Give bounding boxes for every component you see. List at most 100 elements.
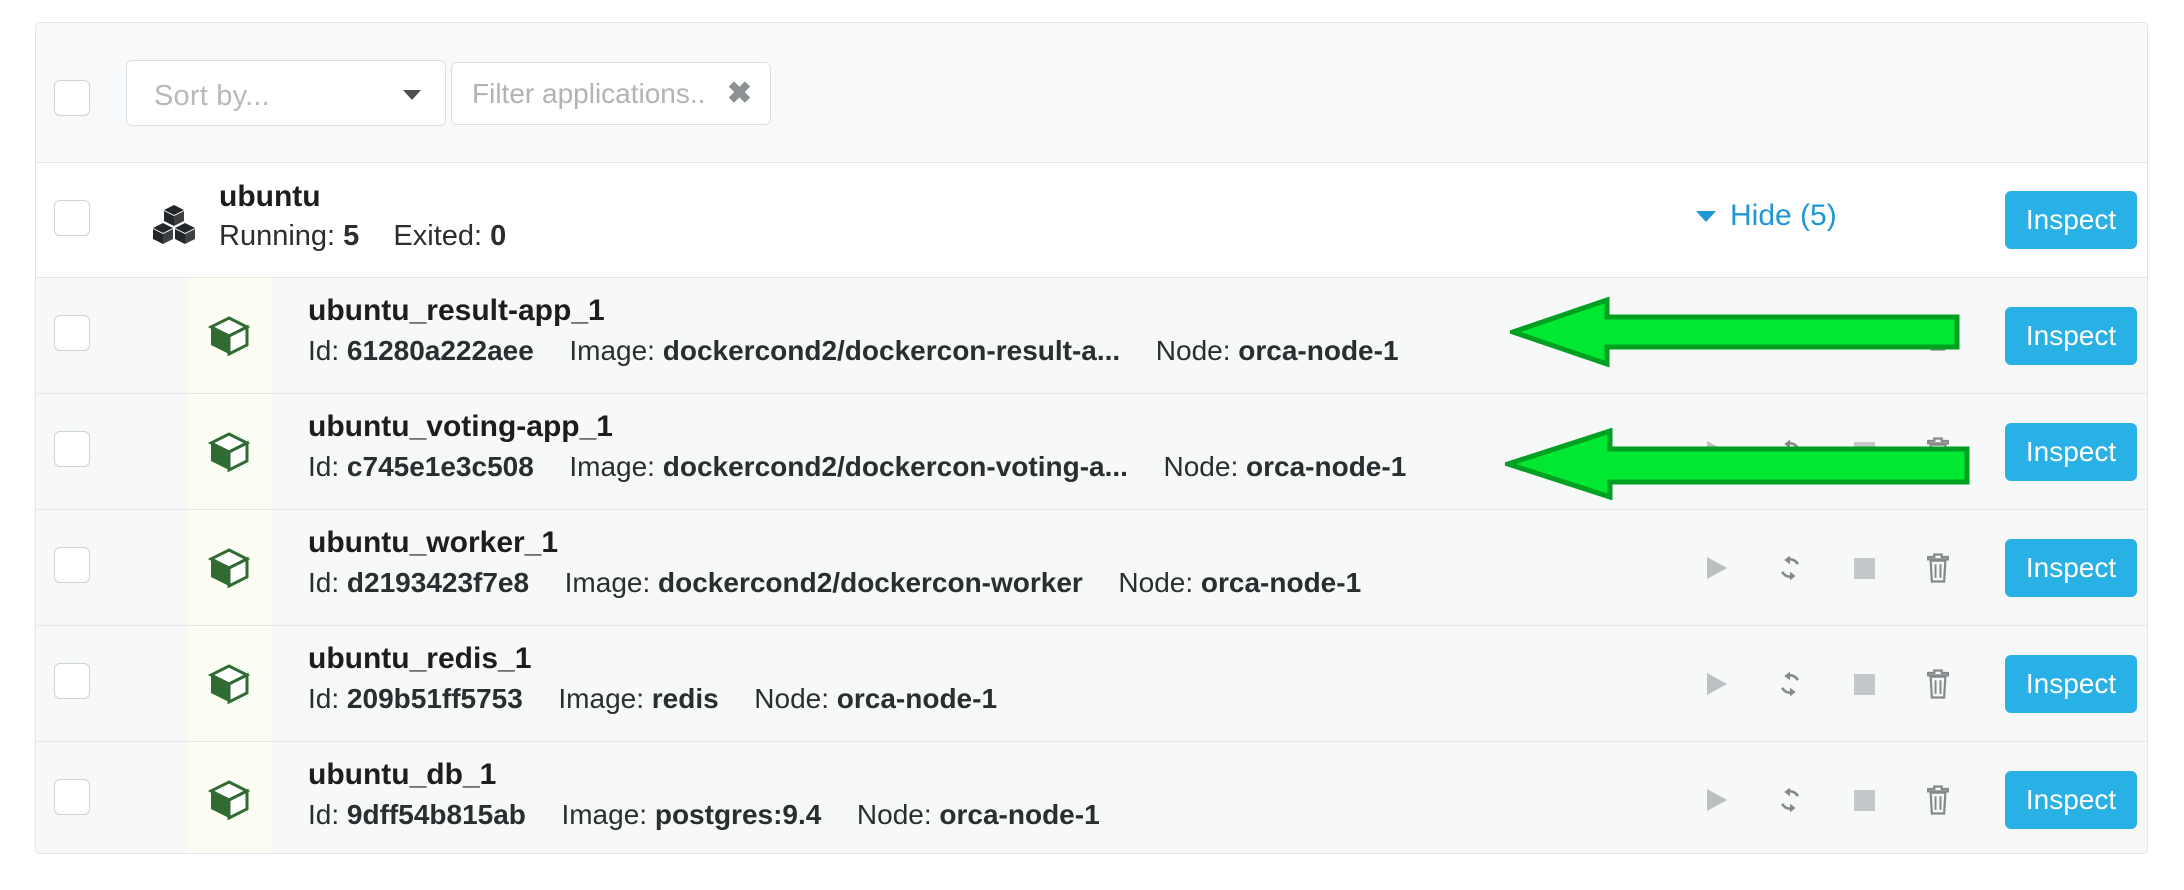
container-image: redis <box>651 683 719 714</box>
container-select-checkbox[interactable] <box>54 431 90 467</box>
restart-icon[interactable] <box>1753 321 1827 351</box>
container-node: orca-node-1 <box>1200 567 1362 598</box>
restart-icon[interactable] <box>1753 669 1827 699</box>
container-id: 9dff54b815ab <box>346 799 526 830</box>
stop-icon[interactable] <box>1827 553 1901 583</box>
id-label: Id: <box>308 799 340 830</box>
stop-icon[interactable] <box>1827 785 1901 815</box>
play-icon[interactable] <box>1679 553 1753 583</box>
container-status-strip <box>188 278 272 393</box>
restart-icon[interactable] <box>1753 785 1827 815</box>
container-actions <box>1679 552 1975 584</box>
image-label: Image: <box>569 451 655 482</box>
stack-status-summary: Running: 5 Exited: 0 <box>219 220 506 253</box>
container-status-strip <box>188 394 272 509</box>
running-count: 5 <box>343 220 360 252</box>
container-box-icon <box>207 316 251 357</box>
stack-cubes-icon <box>152 205 196 245</box>
caret-down-icon <box>1696 210 1716 222</box>
container-name: ubuntu_result-app_1 <box>308 294 605 327</box>
container-status-strip <box>188 742 272 853</box>
exited-label: Exited: <box>393 220 483 252</box>
applications-list-panel: Sort by... ✖ <box>35 22 2148 854</box>
container-meta: Id: d2193423f7e8 Image: dockercond2/dock… <box>308 567 1361 599</box>
container-meta: Id: c745e1e3c508 Image: dockercond2/dock… <box>308 451 1406 483</box>
id-label: Id: <box>308 567 340 598</box>
play-icon[interactable] <box>1679 321 1753 351</box>
node-label: Node: <box>1155 335 1231 366</box>
stop-icon[interactable] <box>1827 321 1901 351</box>
trash-icon[interactable] <box>1901 784 1975 816</box>
container-actions <box>1679 436 1975 468</box>
id-label: Id: <box>308 335 340 366</box>
stack-row-ubuntu[interactable]: ubuntu Running: 5 Exited: 0 Hide (5) Ins… <box>36 163 2147 278</box>
stack-inspect-button[interactable]: Inspect <box>2005 191 2137 249</box>
filter-applications-box[interactable]: ✖ <box>451 62 771 125</box>
container-select-checkbox[interactable] <box>54 779 90 815</box>
container-image: postgres:9.4 <box>654 799 822 830</box>
container-image: dockercond2/dockercon-voting-a... <box>662 451 1128 482</box>
container-actions <box>1679 784 1975 816</box>
select-all-checkbox[interactable] <box>54 80 90 116</box>
container-status-strip <box>188 510 272 625</box>
restart-icon[interactable] <box>1753 553 1827 583</box>
container-id: 61280a222aee <box>346 335 534 366</box>
container-inspect-button[interactable]: Inspect <box>2005 655 2137 713</box>
stack-select-checkbox[interactable] <box>54 200 90 236</box>
container-name: ubuntu_worker_1 <box>308 526 559 559</box>
filter-applications-input[interactable] <box>472 63 707 124</box>
trash-icon[interactable] <box>1901 668 1975 700</box>
container-row[interactable]: ubuntu_db_1 Id: 9dff54b815ab Image: post… <box>36 742 2147 853</box>
container-id: c745e1e3c508 <box>346 451 534 482</box>
container-row[interactable]: ubuntu_voting-app_1 Id: c745e1e3c508 Ima… <box>36 394 2147 510</box>
container-meta: Id: 61280a222aee Image: dockercond2/dock… <box>308 335 1399 367</box>
container-inspect-button[interactable]: Inspect <box>2005 307 2137 365</box>
play-icon[interactable] <box>1679 437 1753 467</box>
container-id: 209b51ff5753 <box>346 683 523 714</box>
container-box-icon <box>207 664 251 705</box>
container-meta: Id: 209b51ff5753 Image: redis Node: orca… <box>308 683 997 715</box>
chevron-down-icon <box>403 90 421 100</box>
hide-children-toggle[interactable]: Hide (5) <box>1696 199 1837 233</box>
image-label: Image: <box>558 683 644 714</box>
sort-by-dropdown[interactable]: Sort by... <box>126 60 446 126</box>
trash-icon[interactable] <box>1901 320 1975 352</box>
trash-icon[interactable] <box>1901 552 1975 584</box>
clear-filter-icon[interactable]: ✖ <box>727 75 752 113</box>
trash-icon[interactable] <box>1901 436 1975 468</box>
container-actions <box>1679 320 1975 352</box>
container-image: dockercond2/dockercon-worker <box>658 567 1083 598</box>
stop-icon[interactable] <box>1827 437 1901 467</box>
running-label: Running: <box>219 220 336 252</box>
container-image: dockercond2/dockercon-result-a... <box>662 335 1121 366</box>
container-box-icon <box>207 780 251 821</box>
container-inspect-button[interactable]: Inspect <box>2005 423 2137 481</box>
play-icon[interactable] <box>1679 785 1753 815</box>
sort-by-label: Sort by... <box>154 80 270 112</box>
container-select-checkbox[interactable] <box>54 315 90 351</box>
exited-count: 0 <box>490 220 507 252</box>
stop-icon[interactable] <box>1827 669 1901 699</box>
docker-ucp-applications-panel: Sort by... ✖ <box>0 0 2184 890</box>
container-select-checkbox[interactable] <box>54 547 90 583</box>
container-inspect-button[interactable]: Inspect <box>2005 771 2137 829</box>
node-label: Node: <box>1118 567 1194 598</box>
container-status-strip <box>188 626 272 741</box>
container-node: orca-node-1 <box>836 683 998 714</box>
container-meta: Id: 9dff54b815ab Image: postgres:9.4 Nod… <box>308 799 1100 831</box>
container-row[interactable]: ubuntu_result-app_1 Id: 61280a222aee Ima… <box>36 278 2147 394</box>
container-node: orca-node-1 <box>1238 335 1399 366</box>
container-actions <box>1679 668 1975 700</box>
restart-icon[interactable] <box>1753 437 1827 467</box>
id-label: Id: <box>308 683 340 714</box>
play-icon[interactable] <box>1679 669 1753 699</box>
container-select-checkbox[interactable] <box>54 663 90 699</box>
image-label: Image: <box>564 567 651 598</box>
container-node: orca-node-1 <box>1246 451 1407 482</box>
list-toolbar: Sort by... ✖ <box>36 23 2147 163</box>
container-row[interactable]: ubuntu_redis_1 Id: 209b51ff5753 Image: r… <box>36 626 2147 742</box>
container-inspect-button[interactable]: Inspect <box>2005 539 2137 597</box>
node-label: Node: <box>754 683 829 714</box>
container-rows: ubuntu_result-app_1 Id: 61280a222aee Ima… <box>36 278 2147 853</box>
container-row[interactable]: ubuntu_worker_1 Id: d2193423f7e8 Image: … <box>36 510 2147 626</box>
